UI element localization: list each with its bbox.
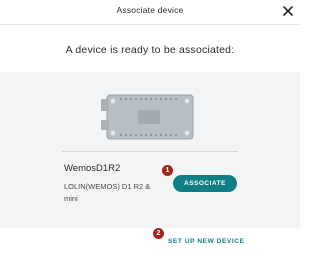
dialog-title: Associate device [116, 5, 184, 15]
board-icon [101, 94, 194, 140]
device-name: WemosD1R2 [64, 163, 121, 174]
divider [62, 151, 238, 152]
setup-new-device-link[interactable]: SET UP NEW DEVICE [168, 238, 245, 245]
close-icon [283, 6, 293, 16]
associate-button[interactable]: ASSOCIATE [173, 175, 237, 192]
annotation-badge-2: 2 [153, 228, 164, 239]
dialog-header: Associate device [0, 0, 300, 25]
device-description: LOLIN(WEMOS) D1 R2 & mini [64, 182, 151, 203]
ready-message: A device is ready to be associated: [65, 44, 235, 56]
annotation-badge-1: 1 [162, 165, 173, 176]
close-button[interactable] [280, 3, 296, 19]
